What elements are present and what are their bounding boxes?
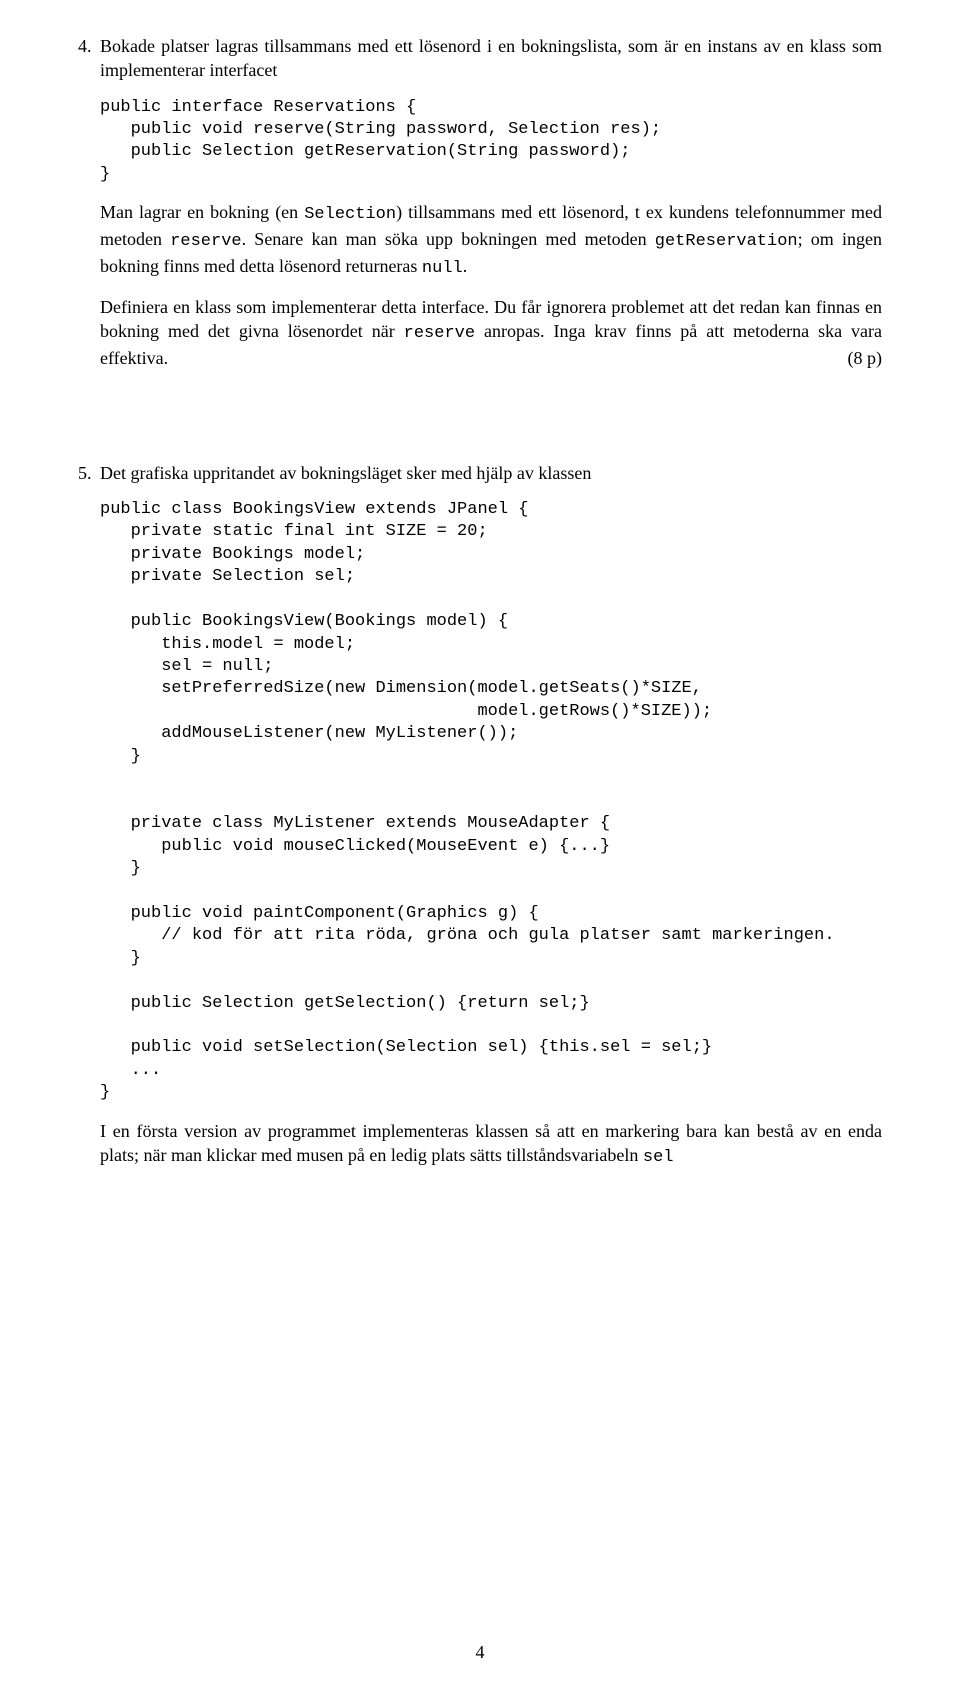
q4-p2a: Man lagrar en bokning (en	[100, 202, 304, 222]
q5-code: public class BookingsView extends JPanel…	[100, 499, 882, 1105]
q4-number: 4.	[78, 34, 92, 58]
q5-number: 5.	[78, 461, 92, 485]
q4-code: public interface Reservations { public v…	[100, 97, 882, 187]
q4-score: (8 p)	[848, 346, 883, 370]
question-5: 5. Det grafiska uppritandet av bokningsl…	[78, 461, 882, 1170]
inline-reserve: reserve	[170, 232, 241, 251]
q5-p1-text: Det grafiska uppritandet av bokningsläge…	[100, 463, 591, 483]
q5-para2: I en första version av programmet implem…	[100, 1119, 882, 1170]
q4-p1-text: Bokade platser lagras tillsammans med et…	[100, 36, 882, 80]
q5-p2a: I en första version av programmet implem…	[100, 1121, 882, 1165]
q4-para2: Man lagrar en bokning (en Selection) til…	[100, 200, 882, 281]
q5-para1: Det grafiska uppritandet av bokningsläge…	[100, 461, 882, 485]
q4-p2e: .	[463, 256, 468, 276]
question-4: 4. Bokade platser lagras tillsammans med…	[78, 34, 882, 371]
page-number: 4	[0, 1640, 960, 1664]
q4-p2c: . Senare kan man söka upp bokningen med …	[242, 229, 655, 249]
inline-selection: Selection	[304, 205, 396, 224]
inline-getreservation: getReservation	[655, 232, 798, 251]
inline-reserve2: reserve	[404, 324, 475, 343]
q4-para3: Definiera en klass som implementerar det…	[100, 295, 882, 371]
inline-sel: sel	[643, 1148, 674, 1167]
inline-null: null	[422, 259, 463, 278]
q4-para1: Bokade platser lagras tillsammans med et…	[100, 34, 882, 83]
